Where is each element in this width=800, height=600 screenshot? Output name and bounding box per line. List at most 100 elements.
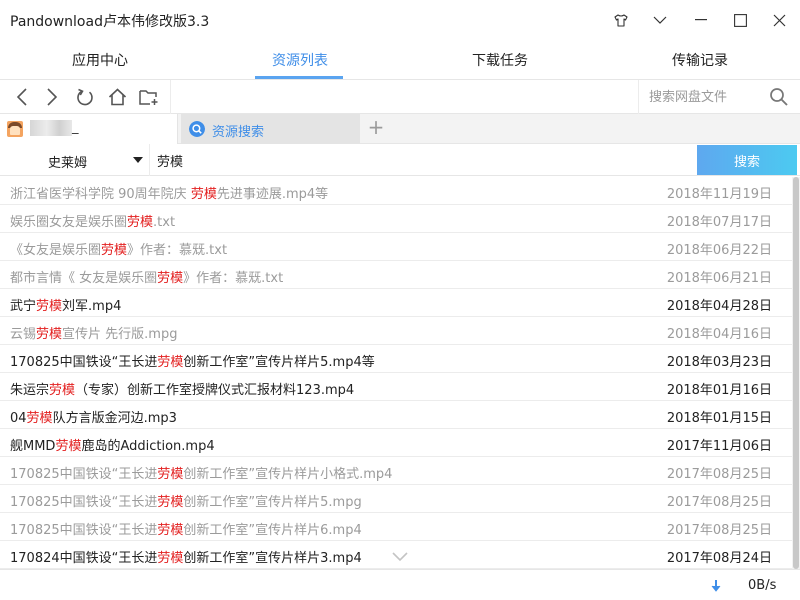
tab-download-tasks[interactable]: 下载任务 (400, 40, 600, 80)
file-date: 2017年08月25日 (666, 467, 772, 482)
file-name-part: 04 (10, 411, 27, 426)
title-bar: Pandownload卢本伟修改版3.3 (0, 0, 800, 40)
file-name-part: 鹿岛的Addiction.mp4 (81, 439, 215, 454)
file-name-part: 浙江省医学科学院 90周年院庆 (10, 187, 191, 202)
file-name-part: 都市言情《 女友是娱乐圈 (10, 271, 158, 286)
add-tab-button[interactable]: + (366, 115, 386, 139)
netdisk-search-input[interactable] (649, 87, 761, 107)
keyword-highlight: 劳模 (36, 299, 63, 314)
keyword-highlight: 劳模 (101, 243, 128, 258)
file-name-part: 刘军.mp4 (62, 299, 122, 314)
keyword-highlight: 劳模 (190, 187, 217, 202)
query-input[interactable] (157, 150, 677, 170)
refresh-button[interactable] (74, 86, 96, 108)
back-button[interactable] (11, 86, 33, 108)
search-row: 史莱姆 搜索 (0, 144, 800, 176)
source-select[interactable]: 史莱姆 (0, 144, 150, 176)
list-item[interactable]: 04劳模队方言版金河边.mp3 2018年01月15日 (0, 401, 792, 429)
resource-search-tab[interactable]: 资源搜索 (181, 114, 360, 144)
search-icon[interactable] (769, 87, 789, 107)
list-item[interactable]: 170825中国铁设“王长进劳模创新工作室”宣传片样片6.mp4 2017年08月… (0, 513, 792, 541)
file-name-part: 宣传片 先行版.mpg (62, 327, 178, 342)
tab-transfer-records[interactable]: 传输记录 (600, 40, 800, 80)
file-name: 云锡劳模宣传片 先行版.mpg (10, 323, 177, 342)
tab-resource-list[interactable]: 资源列表 (200, 40, 400, 80)
list-item[interactable]: 武宁劳模刘军.mp4 2018年04月28日 (0, 289, 792, 317)
file-name-part: 创新工作室”宣传片样片小格式.mp4 (183, 467, 393, 482)
scrollbar-thumb[interactable] (793, 177, 799, 569)
maximize-icon (733, 13, 747, 27)
list-item[interactable]: 170825中国铁设“王长进劳模创新工作室”宣传片样片5.mp4等 2018年03… (0, 345, 792, 373)
file-name-part: 170825中国铁设“王长进 (10, 467, 158, 482)
file-date: 2018年04月16日 (666, 327, 772, 342)
file-name-part: 创新工作室”宣传片样片6.mp4 (183, 523, 362, 538)
home-button[interactable] (106, 86, 128, 108)
list-item[interactable]: 舰MMD劳模鹿岛的Addiction.mp4 2017年11月06日 (0, 429, 792, 457)
list-item[interactable]: 170825中国铁设“王长进劳模创新工作室”宣传片样片5.mpg 2017年08月… (0, 485, 792, 513)
skin-button[interactable] (607, 6, 635, 34)
account-name-redacted (30, 120, 72, 136)
shirt-icon (614, 13, 628, 27)
file-name-part: .txt (153, 215, 176, 230)
file-name-part: 云锡 (10, 327, 37, 342)
minimize-button[interactable] (687, 6, 715, 34)
caret-down-icon (133, 157, 143, 163)
forward-button[interactable] (41, 86, 63, 108)
keyword-highlight: 劳模 (127, 215, 154, 230)
back-icon (16, 88, 27, 106)
file-name: 都市言情《 女友是娱乐圈劳模》作者：慕兓.txt (10, 267, 283, 286)
download-arrow-icon (711, 580, 721, 592)
file-date: 2017年08月24日 (666, 551, 772, 566)
add-tab-icon: + (367, 115, 385, 139)
file-name-part: 170825中国铁设“王长进 (10, 523, 158, 538)
list-item[interactable]: 云锡劳模宣传片 先行版.mpg 2018年04月16日 (0, 317, 792, 345)
file-name-part: 《女友是娱乐圈 (10, 243, 102, 258)
search-tab-label: 资源搜索 (212, 125, 265, 140)
keyword-highlight: 劳模 (157, 355, 184, 370)
home-icon (108, 88, 126, 106)
scrollbar[interactable] (792, 177, 800, 569)
file-date: 2018年04月28日 (666, 299, 772, 314)
scroll-more-icon[interactable] (391, 551, 409, 563)
dropdown-button[interactable] (646, 6, 674, 34)
maximize-button[interactable] (726, 6, 754, 34)
list-item[interactable]: 《女友是娱乐圈劳模》作者：慕兓.txt 2018年06月22日 (0, 233, 792, 261)
file-name: 170824中国铁设“王长进劳模创新工作室”宣传片样片3.mp4 (10, 547, 362, 566)
toolbar-divider (170, 80, 171, 114)
new-folder-button[interactable] (138, 86, 160, 108)
file-date: 2017年08月25日 (666, 523, 772, 538)
file-name-part: 》作者：慕兓.txt (127, 243, 228, 258)
keyword-highlight: 劳模 (49, 383, 76, 398)
file-date: 2017年08月25日 (666, 495, 772, 510)
file-date: 2018年03月23日 (666, 355, 772, 370)
keyword-highlight: 劳模 (26, 411, 53, 426)
keyword-highlight: 劳模 (157, 495, 184, 510)
close-button[interactable] (765, 6, 793, 34)
select-divider (149, 144, 150, 176)
tab-app-center[interactable]: 应用中心 (0, 40, 200, 80)
file-name-part: 舰MMD (10, 439, 56, 454)
account-tab[interactable]: _ (0, 114, 178, 144)
list-item[interactable]: 都市言情《 女友是娱乐圈劳模》作者：慕兓.txt 2018年06月21日 (0, 261, 792, 289)
minimize-down-icon (653, 16, 667, 24)
file-name: 浙江省医学科学院 90周年院庆 劳模先进事迹展.mp4等 (10, 183, 328, 202)
list-item[interactable]: 娱乐圈女友是娱乐圈劳模.txt 2018年07月17日 (0, 205, 792, 233)
toolbar (0, 80, 800, 114)
keyword-highlight: 劳模 (157, 271, 184, 286)
file-name-part: 武宁 (10, 299, 37, 314)
file-name-part: 队方言版金河边.mp3 (52, 411, 177, 426)
list-item[interactable]: 170825中国铁设“王长进劳模创新工作室”宣传片样片小格式.mp4 2017年0… (0, 457, 792, 485)
list-item[interactable]: 朱运宗劳模（专家）创新工作室授牌仪式汇报材料123.mp4 2018年01月16日 (0, 373, 792, 401)
results-list: 浙江省医学科学院 90周年院庆 劳模先进事迹展.mp4等 2018年11月19日娱… (0, 177, 792, 569)
file-name-part: 创新工作室”宣传片样片3.mp4 (183, 551, 362, 566)
forward-icon (47, 88, 58, 106)
search-button[interactable]: 搜索 (697, 145, 797, 175)
list-item[interactable]: 浙江省医学科学院 90周年院庆 劳模先进事迹展.mp4等 2018年11月19日 (0, 177, 792, 205)
avatar (7, 121, 23, 137)
file-name-part: 娱乐圈女友是娱乐圈 (10, 215, 128, 230)
account-name-suffix: _ (72, 120, 79, 135)
keyword-highlight: 劳模 (157, 523, 184, 538)
close-icon (773, 14, 785, 26)
new-folder-icon (139, 89, 158, 105)
search-tab-icon (189, 121, 205, 137)
